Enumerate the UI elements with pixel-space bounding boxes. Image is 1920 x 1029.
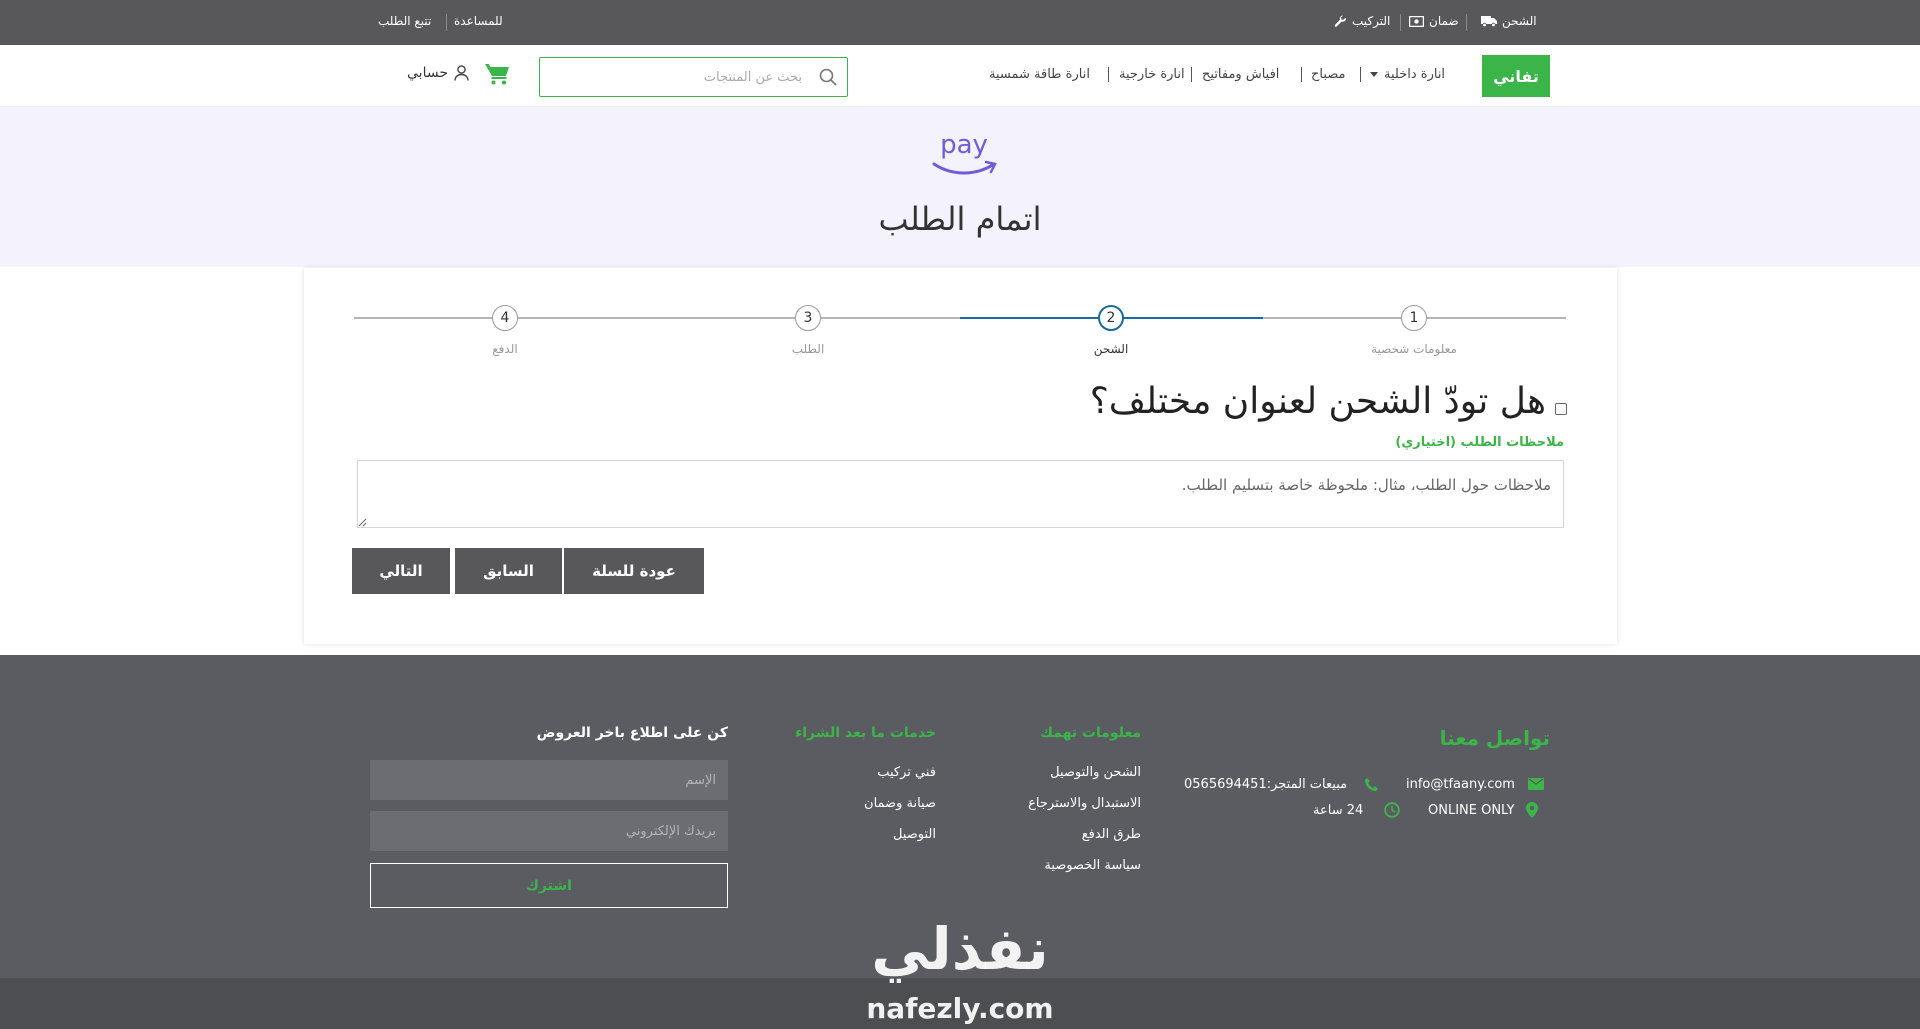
newsletter-email-input[interactable] xyxy=(370,811,728,851)
warranty-label: ضمان xyxy=(1429,14,1459,28)
step-number: 1 xyxy=(1409,310,1419,326)
nav-divider xyxy=(1360,67,1361,82)
contact-hours: 24 ساعة xyxy=(1313,803,1364,818)
nav-sockets-switches[interactable]: افياش ومفاتيح xyxy=(1202,67,1279,82)
footer-link-installer[interactable]: فني تركيب xyxy=(877,765,936,780)
newsletter-name-input[interactable] xyxy=(370,760,728,800)
nafezly-watermark: نفذلي xyxy=(871,915,1049,983)
shipping-link[interactable]: الشحن xyxy=(1481,14,1537,28)
user-icon xyxy=(454,65,469,81)
order-notes-textarea[interactable] xyxy=(357,460,1564,528)
nav-lamp[interactable]: مصباح xyxy=(1311,67,1346,82)
search-icon[interactable] xyxy=(819,68,837,86)
step-2-circle[interactable]: 2 xyxy=(1098,305,1124,331)
search-box xyxy=(539,57,848,97)
previous-button[interactable]: السابق xyxy=(455,548,562,594)
warranty-link[interactable]: ضمان xyxy=(1409,14,1459,28)
next-button[interactable]: التالي xyxy=(352,548,450,594)
cart-icon[interactable] xyxy=(485,63,510,85)
install-link[interactable]: التركيب xyxy=(1334,14,1390,28)
install-label: التركيب xyxy=(1352,14,1391,28)
nafezly-watermark-url: nafezly.com xyxy=(866,992,1054,1025)
top-bar: الشحن ضمان التركيب للمساعدة تتبع الطلب xyxy=(0,0,1920,45)
pay-text: pay xyxy=(940,130,988,160)
footer-link-payment[interactable]: طرق الدفع xyxy=(1082,827,1141,842)
step-2-label: الشحن xyxy=(1093,342,1129,356)
contact-email[interactable]: info@tfaany.com xyxy=(1406,777,1515,792)
footer-link-maintenance[interactable]: صيانة وضمان xyxy=(864,796,936,811)
ship-different-address-title: هل تودّ الشحن لعنوان مختلف؟ xyxy=(1089,381,1546,422)
step-number: 3 xyxy=(803,310,813,326)
nav-label: افياش ومفاتيح xyxy=(1202,67,1280,82)
truck-icon xyxy=(1481,16,1497,27)
footer-link-delivery[interactable]: التوصيل xyxy=(893,827,936,842)
divider xyxy=(1400,14,1401,31)
back-to-cart-button[interactable]: عودة للسلة xyxy=(564,548,704,594)
track-order-label: تتبع الطلب xyxy=(378,14,432,28)
step-line-remaining xyxy=(354,317,960,319)
step-3-circle[interactable]: 3 xyxy=(795,305,821,331)
amazon-smile-icon xyxy=(932,160,997,175)
page-title: اتمام الطلب xyxy=(878,200,1042,238)
nav-divider xyxy=(1191,67,1192,82)
wrench-icon xyxy=(1334,15,1346,27)
newsletter-heading: كن على اطلاع باخر العروض xyxy=(536,725,728,741)
caret-down-icon xyxy=(1370,72,1378,77)
track-order-link[interactable]: تتبع الطلب xyxy=(378,14,431,28)
divider xyxy=(1466,14,1467,31)
nav-label: انارة طاقة شمسية xyxy=(989,67,1090,82)
nav-divider xyxy=(1108,67,1109,82)
phone-icon xyxy=(1365,778,1378,791)
main-header: تفاني انارة داخلية مصباح افياش ومفاتيح ا… xyxy=(0,45,1920,107)
nav-solar-lighting[interactable]: انارة طاقة شمسية xyxy=(989,67,1090,82)
account-link[interactable]: حسابي xyxy=(407,65,469,81)
envelope-icon xyxy=(1528,778,1544,790)
map-marker-icon xyxy=(1526,802,1538,818)
step-number: 4 xyxy=(500,310,510,326)
clock-icon xyxy=(1384,802,1400,818)
contact-phone[interactable]: مبيعات المتجر:0565694451 xyxy=(1184,777,1347,792)
nav-indoor-lighting[interactable]: انارة داخلية xyxy=(1370,67,1445,82)
nav-divider xyxy=(1301,67,1302,82)
logo-text: تفاني xyxy=(1493,66,1539,86)
nav-label: انارة داخلية xyxy=(1384,67,1446,82)
footer-link-shipping[interactable]: الشحن والتوصيل xyxy=(1050,765,1141,780)
contact-heading: تواصل معنا xyxy=(1439,726,1550,750)
footer-link-privacy[interactable]: سياسة الخصوصية xyxy=(1044,858,1141,873)
step-4-circle[interactable]: 4 xyxy=(492,305,518,331)
step-3-label: الطلب xyxy=(791,342,825,356)
step-number: 2 xyxy=(1106,310,1116,326)
help-link[interactable]: للمساعدة xyxy=(454,14,503,28)
site-logo[interactable]: تفاني xyxy=(1482,55,1550,97)
step-4-label: الدفع xyxy=(492,342,518,356)
resize-handle-icon[interactable] xyxy=(358,518,367,527)
footer-link-returns[interactable]: الاستبدال والاسترجاع xyxy=(1028,796,1141,811)
subscribe-button[interactable]: اشترك xyxy=(370,863,728,908)
checkout-hero: pay اتمام الطلب xyxy=(0,107,1920,267)
step-1-circle[interactable]: 1 xyxy=(1401,305,1427,331)
info-heading: معلومات تهمك xyxy=(1040,725,1141,741)
divider xyxy=(446,14,447,31)
shipping-label: الشحن xyxy=(1502,14,1537,28)
help-label: للمساعدة xyxy=(454,14,503,28)
services-heading: خدمات ما بعد الشراء xyxy=(795,725,936,741)
nav-outdoor-lighting[interactable]: انارة خارجية xyxy=(1119,67,1185,82)
amazon-pay-logo: pay xyxy=(928,130,1000,160)
contact-location: ONLINE ONLY xyxy=(1428,803,1515,818)
account-label: حسابي xyxy=(407,65,448,81)
nav-label: انارة خارجية xyxy=(1119,67,1185,82)
order-notes-label: ملاحظات الطلب (اختياري) xyxy=(1395,435,1564,450)
money-icon xyxy=(1409,15,1424,27)
step-1-label: معلومات شخصية xyxy=(1371,342,1457,356)
nav-label: مصباح xyxy=(1311,67,1346,82)
search-input[interactable] xyxy=(540,58,808,96)
ship-different-address-checkbox[interactable] xyxy=(1555,403,1567,415)
